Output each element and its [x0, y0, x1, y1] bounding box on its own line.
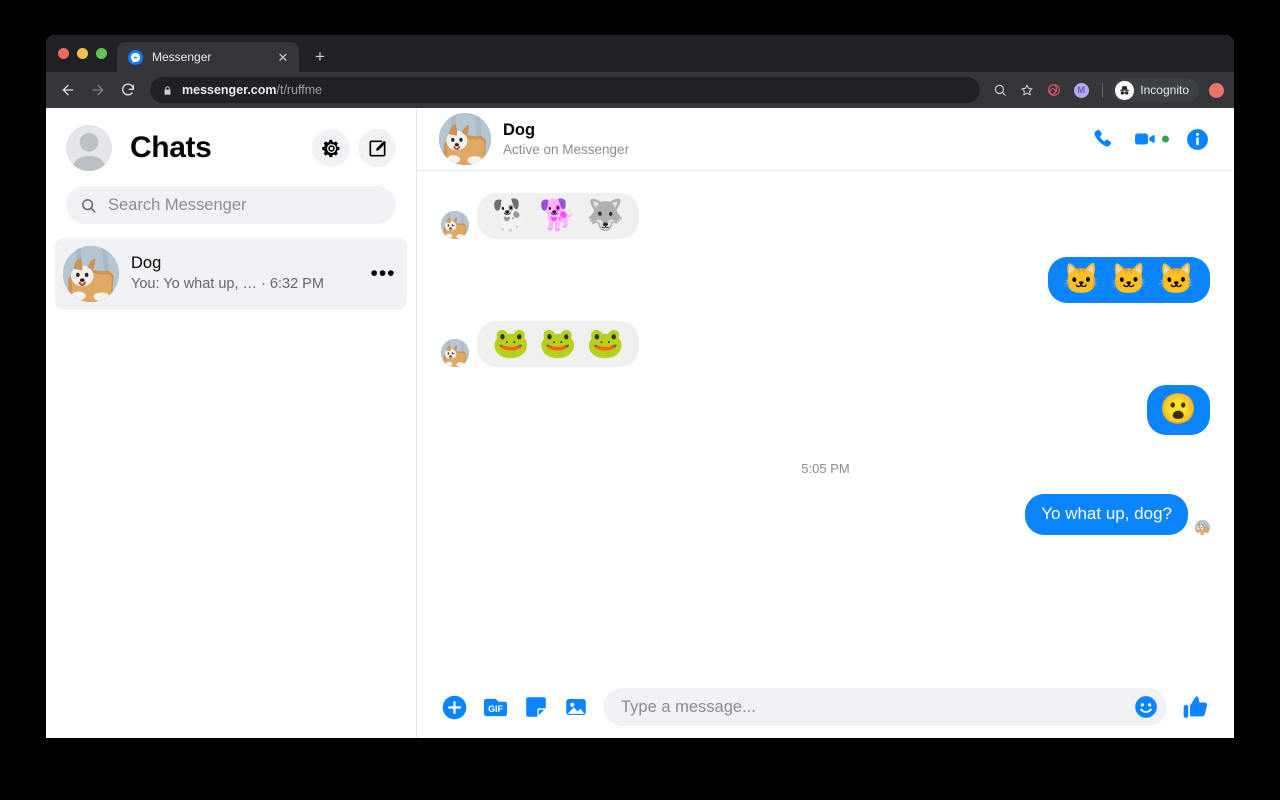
- frog-sticker: 🐸: [586, 327, 625, 360]
- avatar: [441, 339, 469, 367]
- surprised-face-sticker: 😮: [1159, 393, 1197, 426]
- browser-toolbar: messenger.com/t/ruffme M Incognito: [46, 72, 1234, 108]
- sticker-icon[interactable]: [523, 694, 549, 720]
- profile-avatar[interactable]: [1209, 82, 1224, 98]
- url-domain: messenger.com: [182, 83, 277, 97]
- conversation-preview: You: Yo what up, … · 6:32 PM: [131, 276, 324, 293]
- video-call-icon[interactable]: [1132, 126, 1169, 152]
- cat-sticker: 🐱: [1110, 263, 1148, 296]
- toolbar-divider: [1102, 82, 1104, 98]
- sidebar: Chats Search Messenger Dog You: Yo what …: [46, 108, 417, 738]
- page-title: Chats: [130, 131, 212, 164]
- smiley-icon[interactable]: [1133, 694, 1159, 720]
- cat-sticker: 🐱: [1062, 263, 1101, 296]
- dog-sticker: 🐕: [492, 199, 530, 232]
- message-bubble[interactable]: 😮: [1146, 385, 1210, 435]
- cat-sticker: 🐱: [1157, 263, 1195, 296]
- bookmark-star-icon[interactable]: [1015, 78, 1039, 102]
- avatar[interactable]: [439, 113, 491, 165]
- avatar: [441, 211, 469, 239]
- conversation-meta: Dog Active on Messenger: [503, 119, 1079, 159]
- timestamp-divider: 5:05 PM: [801, 461, 850, 476]
- conversation-list: Dog You: Yo what up, … · 6:32 PM •••: [46, 230, 416, 310]
- info-icon[interactable]: [1185, 127, 1210, 152]
- message-row: 🐕 🐕 🐺: [441, 193, 1210, 239]
- search-icon: [82, 198, 96, 213]
- conversation-actions: [1091, 126, 1210, 152]
- message-composer: GIF Type a message...: [417, 676, 1234, 738]
- messenger-icon: [128, 49, 143, 65]
- search-input[interactable]: Search Messenger: [66, 186, 396, 224]
- toolbar-icons: M Incognito: [988, 78, 1224, 102]
- extension-spiral-icon[interactable]: [1042, 78, 1066, 102]
- maximize-window-button[interactable]: [96, 48, 107, 59]
- message-row: Yo what up, dog?: [441, 494, 1210, 535]
- read-receipt-avatar: [1195, 519, 1210, 535]
- address-bar-text: messenger.com/t/ruffme: [182, 83, 322, 97]
- status-badge: Active on Messenger: [503, 142, 630, 158]
- message-bubble[interactable]: 🐕 🐕 🐺: [477, 193, 640, 239]
- window-controls: [56, 35, 117, 72]
- incognito-label: Incognito: [1140, 83, 1189, 97]
- browser-window: Messenger ✕ + messenger.com/t/ruffme M I…: [46, 35, 1234, 738]
- lock-icon: [162, 85, 173, 96]
- message-bubble[interactable]: Yo what up, dog?: [1025, 494, 1188, 535]
- extension-purple-icon[interactable]: M: [1069, 78, 1093, 102]
- close-icon[interactable]: ✕: [275, 49, 291, 65]
- avatar: [63, 246, 119, 302]
- message-bubble[interactable]: 🐱 🐱 🐱: [1047, 257, 1210, 303]
- list-item[interactable]: Dog You: Yo what up, … · 6:32 PM •••: [55, 238, 407, 310]
- message-input[interactable]: Type a message...: [603, 688, 1167, 726]
- incognito-indicator[interactable]: Incognito: [1112, 78, 1199, 102]
- gear-icon[interactable]: [312, 129, 350, 167]
- new-tab-button[interactable]: +: [306, 43, 334, 71]
- url-path: /t/ruffme: [276, 83, 323, 97]
- sidebar-header: Chats: [46, 108, 416, 178]
- minimize-window-button[interactable]: [77, 48, 88, 59]
- dog-sticker: 🐕: [539, 199, 577, 232]
- message-bubble[interactable]: 🐸 🐸 🐸: [477, 321, 640, 367]
- message-row: 🐱 🐱 🐱: [441, 257, 1210, 303]
- extension-purple-badge: M: [1073, 82, 1089, 98]
- search-container: Search Messenger: [46, 178, 416, 230]
- conversation-name: Dog: [131, 253, 162, 272]
- search-placeholder: Search Messenger: [108, 195, 247, 214]
- frog-sticker: 🐸: [539, 327, 577, 360]
- close-window-button[interactable]: [58, 48, 69, 59]
- avatar[interactable]: [66, 125, 112, 171]
- browser-tab-messenger[interactable]: Messenger ✕: [117, 42, 299, 72]
- message-thread: 🐕 🐕 🐺 🐱 🐱 🐱 🐸 🐸 🐸 😮 5:05 PM Yo what up, …: [417, 171, 1234, 676]
- active-status-dot: [1162, 135, 1169, 143]
- forward-arrow-icon[interactable]: [84, 76, 112, 104]
- message-row: 🐸 🐸 🐸: [441, 321, 1210, 367]
- conversation-title: Dog: [503, 120, 536, 139]
- tab-strip: Messenger ✕ +: [46, 35, 1234, 72]
- back-arrow-icon[interactable]: [54, 76, 82, 104]
- reload-icon[interactable]: [114, 76, 142, 104]
- conversation-header: Dog Active on Messenger: [417, 108, 1234, 171]
- conversation-panel: Dog Active on Messenger 🐕 🐕 🐺 🐱 🐱 🐱 🐸 🐸 …: [417, 108, 1234, 738]
- messenger-app: Chats Search Messenger Dog You: Yo what …: [46, 108, 1234, 738]
- incognito-hat-icon: [1115, 80, 1135, 100]
- search-icon[interactable]: [988, 78, 1012, 102]
- svg-text:GIF: GIF: [488, 703, 503, 713]
- compose-icon[interactable]: [358, 129, 396, 167]
- message-row: 😮: [441, 385, 1210, 435]
- frog-sticker: 🐸: [492, 327, 530, 360]
- plus-circle-icon[interactable]: [441, 694, 468, 721]
- gif-icon[interactable]: GIF: [482, 694, 509, 721]
- phone-call-icon[interactable]: [1091, 127, 1115, 151]
- more-options-button[interactable]: •••: [369, 260, 397, 288]
- wolf-sticker: 🐺: [586, 199, 625, 232]
- address-bar[interactable]: messenger.com/t/ruffme: [150, 77, 981, 103]
- thumbs-up-icon[interactable]: [1181, 693, 1210, 722]
- tab-title: Messenger: [152, 50, 212, 64]
- list-item-text: Dog You: Yo what up, … · 6:32 PM: [131, 253, 357, 295]
- photo-icon[interactable]: [563, 694, 589, 720]
- message-input-placeholder: Type a message...: [621, 697, 756, 716]
